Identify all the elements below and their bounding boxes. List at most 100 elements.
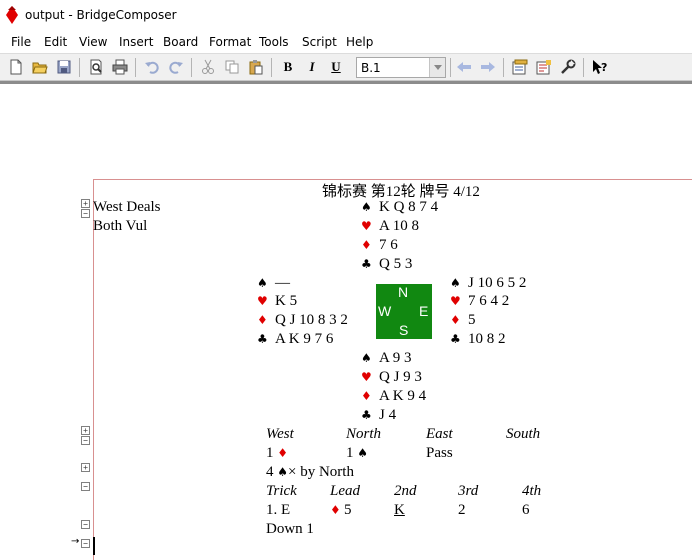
spade-icon: ♠: [450, 276, 461, 290]
page-setup-icon[interactable]: [534, 57, 554, 77]
expand-toggle[interactable]: +: [81, 426, 90, 435]
underline-button[interactable]: U: [326, 57, 346, 77]
south-diamonds: ♦ A K 9 4: [361, 388, 427, 404]
club-icon: ♣: [450, 332, 461, 346]
menu-tools[interactable]: Tools: [259, 35, 289, 49]
west-diamonds: ♦ Q J 10 8 3 2: [257, 312, 348, 328]
compass-north: N: [398, 284, 409, 300]
heart-icon: ♥: [361, 370, 372, 384]
italic-button[interactable]: I: [302, 57, 322, 77]
copy-icon[interactable]: [222, 57, 242, 77]
auction-bid-west: 1 ♦: [266, 445, 289, 461]
play-trick-number: 1. E: [266, 502, 291, 518]
collapse-toggle[interactable]: −: [81, 209, 90, 218]
forward-arrow-icon[interactable]: [478, 57, 498, 77]
collapse-toggle[interactable]: −: [81, 482, 90, 491]
menu-script[interactable]: Script: [302, 35, 337, 49]
menu-format[interactable]: Format: [209, 35, 251, 49]
title-bar: output - BridgeComposer: [0, 0, 692, 31]
help-pointer-icon[interactable]: ?: [590, 57, 610, 77]
menu-help[interactable]: Help: [346, 35, 373, 49]
back-arrow-icon[interactable]: [454, 57, 474, 77]
auction-header-west: West: [266, 426, 294, 442]
menu-edit[interactable]: Edit: [44, 35, 67, 49]
contract-line: 4 ♠× by North: [266, 464, 354, 480]
east-clubs: ♣ 10 8 2: [450, 331, 506, 347]
spade-icon: ♠: [257, 276, 268, 290]
diamond-icon: ♦: [450, 313, 461, 327]
text-cursor: [93, 537, 95, 555]
print-icon[interactable]: [110, 57, 130, 77]
board-header: 锦标赛 第12轮 牌号 4/12: [322, 184, 480, 200]
heart-icon: ♥: [450, 294, 461, 308]
south-hearts: ♥ Q J 9 3: [361, 369, 422, 385]
print-preview-icon[interactable]: [86, 57, 106, 77]
save-icon[interactable]: [54, 57, 74, 77]
bold-button[interactable]: B: [278, 57, 298, 77]
play-third-card: 2: [458, 502, 466, 518]
north-clubs: ♣ Q 5 3: [361, 256, 413, 272]
north-hearts: ♥ A 10 8: [361, 218, 420, 234]
app-diamond-icon: [6, 6, 18, 24]
east-diamonds: ♦ 5: [450, 312, 476, 328]
dealer-label: West Deals: [93, 199, 161, 215]
diamond-icon: ♦: [257, 313, 268, 327]
result-line: Down 1: [266, 521, 314, 537]
play-header-3rd: 3rd: [458, 483, 479, 499]
play-second-card: K: [394, 502, 405, 518]
diamond-icon: ♦: [330, 503, 341, 517]
play-fourth-card: 6: [522, 502, 530, 518]
north-spades: ♠ K Q 8 7 4: [361, 199, 439, 215]
auction-header-north: North: [346, 426, 382, 442]
toolbar-separator: [450, 58, 451, 77]
compass-table: N W E S: [376, 284, 432, 339]
east-spades: ♠ J 10 6 5 2: [450, 275, 527, 291]
collapse-toggle[interactable]: −: [81, 436, 90, 445]
window-title: output - BridgeComposer: [25, 8, 177, 22]
options-icon[interactable]: [510, 57, 530, 77]
play-header-4th: 4th: [522, 483, 542, 499]
new-document-icon[interactable]: [6, 57, 26, 77]
heart-icon: ♥: [361, 219, 372, 233]
toolbar-separator: [503, 58, 504, 77]
menu-board[interactable]: Board: [163, 35, 198, 49]
redo-icon[interactable]: [166, 57, 186, 77]
play-lead-card: ♦ 5: [330, 502, 352, 518]
cut-icon[interactable]: [198, 57, 218, 77]
menu-view[interactable]: View: [79, 35, 107, 49]
menu-insert[interactable]: Insert: [119, 35, 153, 49]
menu-bar: File Edit View Insert Board Format Tools…: [0, 31, 692, 53]
auction-bid-east: Pass: [426, 445, 453, 461]
toolbar-separator: [271, 58, 272, 77]
expand-toggle[interactable]: +: [81, 199, 90, 208]
auction-header-east: East: [426, 426, 453, 442]
heart-icon: ♥: [257, 294, 268, 308]
spade-icon: ♠: [357, 446, 369, 460]
compass-west: W: [378, 303, 392, 319]
toolbar-separator: [79, 58, 80, 77]
spade-icon: ♠: [277, 465, 289, 479]
chevron-down-icon[interactable]: [429, 58, 445, 77]
collapse-toggle[interactable]: −: [81, 539, 90, 548]
auction-header-south: South: [506, 426, 541, 442]
expand-toggle[interactable]: +: [81, 463, 90, 472]
diamond-icon: ♦: [361, 389, 372, 403]
auction-bid-north: 1 ♠: [346, 445, 369, 461]
diamond-icon: ♦: [361, 238, 372, 252]
club-icon: ♣: [257, 332, 268, 346]
compass-east: E: [419, 303, 429, 319]
west-hearts: ♥ K 5: [257, 293, 298, 309]
wrench-icon[interactable]: [558, 57, 578, 77]
club-icon: ♣: [361, 408, 372, 422]
collapse-toggle[interactable]: −: [81, 520, 90, 529]
menu-file[interactable]: File: [11, 35, 31, 49]
spade-icon: ♠: [361, 200, 372, 214]
style-select[interactable]: B.1: [356, 57, 446, 78]
open-folder-icon[interactable]: [30, 57, 50, 77]
north-diamonds: ♦ 7 6: [361, 237, 398, 253]
paste-icon[interactable]: [246, 57, 266, 77]
play-header-lead: Lead: [330, 483, 360, 499]
svg-text:?: ?: [601, 61, 607, 74]
vulnerability-label: Both Vul: [93, 218, 148, 234]
undo-icon[interactable]: [142, 57, 162, 77]
